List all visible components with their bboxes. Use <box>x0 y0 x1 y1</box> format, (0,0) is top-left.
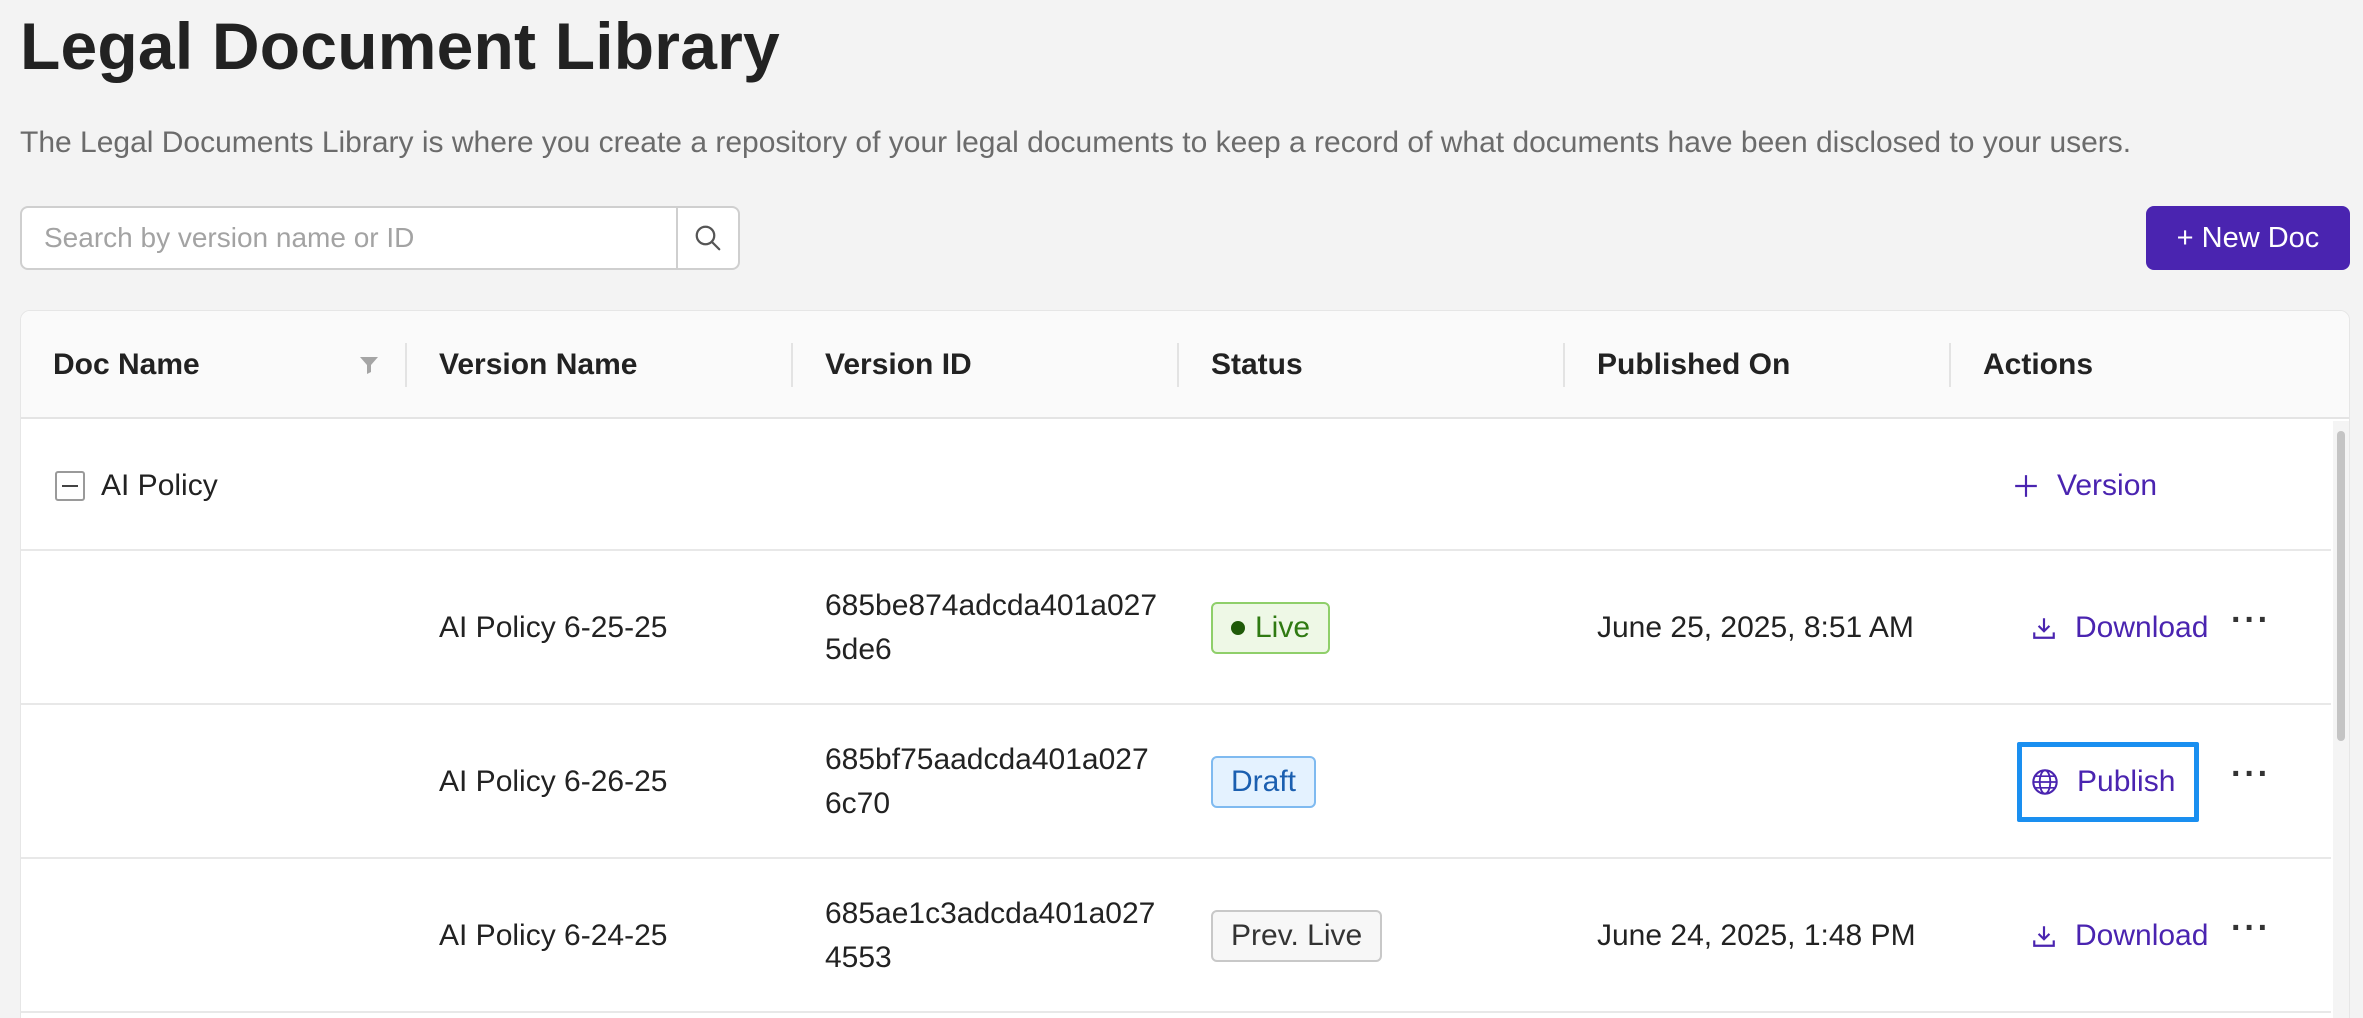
scrollbar-thumb[interactable] <box>2337 431 2345 741</box>
search-icon <box>695 225 721 251</box>
download-button[interactable]: Download <box>2031 914 2208 958</box>
collapse-toggle-button[interactable] <box>55 471 85 501</box>
column-header-doc-name[interactable]: Doc Name <box>53 311 200 419</box>
status-badge-prev-live: Prev. Live <box>1211 910 1383 962</box>
table-header: Doc Name Version Name Version ID Status … <box>21 311 2349 419</box>
download-button[interactable]: Download <box>2031 606 2208 650</box>
publish-button[interactable]: Publish <box>2031 760 2175 804</box>
search-input[interactable] <box>22 208 676 268</box>
more-options-button[interactable]: ··· <box>2231 755 2271 794</box>
column-header-version-name[interactable]: Version Name <box>439 311 637 419</box>
search-bar <box>20 206 740 270</box>
plus-icon <box>2015 475 2037 497</box>
version-id-line: 685ae1c3adcda401a027 <box>825 897 1156 930</box>
version-id-line: 685bf75aadcda401a027 <box>825 743 1149 776</box>
status-badge-live: Live <box>1211 602 1331 654</box>
column-header-actions: Actions <box>1983 348 2094 381</box>
published-on: June 25, 2025, 8:51 AM <box>1597 611 1914 644</box>
version-id-line: 685be874adcda401a027 <box>825 589 1158 622</box>
column-divider[interactable] <box>791 343 793 387</box>
column-divider[interactable] <box>1949 343 1951 387</box>
add-version-label: Version <box>2057 469 2158 502</box>
new-doc-button[interactable]: + New Doc <box>2146 206 2350 270</box>
status-cell: Draft <box>1211 756 1317 808</box>
column-header-status[interactable]: Status <box>1211 311 1303 419</box>
status-label: Live <box>1255 611 1311 644</box>
more-options-button[interactable]: ··· <box>2231 601 2271 640</box>
status-badge-draft: Draft <box>1211 756 1317 808</box>
version-name: AI Policy 6-24-25 <box>439 919 668 952</box>
download-label: Download <box>2075 611 2209 644</box>
version-id: 685be874adcda401a027 5de6 <box>825 584 1157 672</box>
documents-table: Doc Name Version Name Version ID Status … <box>20 310 2350 1018</box>
column-divider[interactable] <box>1563 343 1565 387</box>
search-button[interactable] <box>676 208 738 268</box>
version-id-line: 5de6 <box>825 633 892 666</box>
status-label: Draft <box>1231 765 1297 798</box>
group-doc-name: AI Policy <box>101 469 218 502</box>
table-group-row: AI Policy Version <box>21 421 2331 551</box>
download-icon <box>2033 926 2055 947</box>
legal-document-library-page: Legal Document Library The Legal Documen… <box>0 0 2363 1018</box>
table-row: AI Policy 6-26-25 685bf75aadcda401a027 6… <box>21 705 2331 859</box>
version-id: 685bf75aadcda401a027 6c70 <box>825 738 1149 826</box>
filter-icon[interactable] <box>357 353 381 377</box>
live-dot-icon <box>1231 621 1245 635</box>
status-cell: Live <box>1211 602 1331 654</box>
table-row: AI Policy 6-25-25 685be874adcda401a027 5… <box>21 551 2331 705</box>
version-name: AI Policy 6-25-25 <box>439 611 668 644</box>
status-label: Prev. Live <box>1231 919 1363 952</box>
published-on: June 24, 2025, 1:48 PM <box>1597 919 1916 952</box>
column-divider[interactable] <box>1177 343 1179 387</box>
download-icon <box>2033 618 2055 639</box>
more-options-button[interactable]: ··· <box>2231 909 2271 948</box>
column-header-version-id[interactable]: Version ID <box>825 311 972 419</box>
column-header-published-on[interactable]: Published On <box>1597 311 1790 419</box>
version-name: AI Policy 6-26-25 <box>439 765 668 798</box>
download-label: Download <box>2075 919 2209 952</box>
version-id-line: 6c70 <box>825 787 891 820</box>
version-id: 685ae1c3adcda401a027 4553 <box>825 892 1155 980</box>
table-row: AI Policy 6-24-25 685ae1c3adcda401a027 4… <box>21 859 2331 1013</box>
page-title: Legal Document Library <box>20 9 780 83</box>
publish-label: Publish <box>2077 765 2176 798</box>
page-description: The Legal Documents Library is where you… <box>20 126 2132 159</box>
status-cell: Prev. Live <box>1211 910 1383 962</box>
globe-icon <box>2032 769 2058 795</box>
column-divider[interactable] <box>405 343 407 387</box>
add-version-button[interactable]: Version <box>2013 464 2157 508</box>
vertical-scrollbar[interactable] <box>2333 421 2349 1018</box>
version-id-line: 4553 <box>825 941 892 974</box>
